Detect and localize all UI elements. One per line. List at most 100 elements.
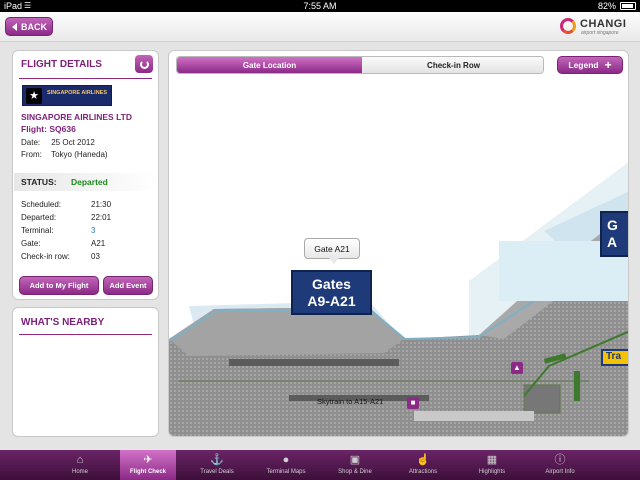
info-icon: ⓘ (554, 454, 566, 466)
checkin-label: Check-in row: (21, 252, 70, 261)
train-icon[interactable]: ■ (407, 397, 419, 409)
tab-label: Terminal Maps (266, 469, 306, 475)
tab-shop-dine[interactable]: ▣ Shop & Dine (327, 450, 383, 480)
row-departed: Departed: 22:01 (21, 213, 111, 222)
deals-icon: ⚓ (210, 454, 224, 466)
shopping-bag-icon: ▣ (349, 454, 361, 466)
departed-value: 22:01 (91, 213, 112, 222)
battery-icon (620, 2, 636, 10)
map-panel: Gate Location Check-in Row Legend + Gate… (168, 50, 629, 437)
tab-label: Home (71, 469, 88, 475)
add-to-my-flight-button[interactable]: Add to My Flight (19, 276, 99, 295)
back-button-label: BACK (21, 21, 47, 32)
refresh-icon (139, 59, 149, 69)
side-label-line2: A (607, 234, 618, 250)
nearby-divider (19, 334, 152, 335)
terminal-label: Terminal: (21, 226, 54, 235)
side-label-line1: G (607, 217, 618, 233)
home-icon: ⌂ (76, 454, 84, 466)
title-divider (19, 78, 152, 79)
tab-home[interactable]: ⌂ Home (52, 450, 108, 480)
plus-icon: + (604, 58, 612, 72)
highlights-icon: ▦ (486, 454, 498, 466)
skytrain-label: Skytrain to A15-A21 (317, 397, 384, 406)
map-segmented-control: Gate Location Check-in Row (176, 56, 544, 74)
refresh-button[interactable] (135, 55, 153, 73)
thumbs-up-icon: ☝ (416, 454, 430, 466)
row-gate: Gate: A21 (21, 239, 105, 248)
back-button[interactable]: BACK (5, 17, 53, 36)
row-scheduled: Scheduled: 21:30 (21, 200, 111, 209)
tab-flight-check[interactable]: ✈ Flight Check (120, 450, 176, 480)
app-header: BACK CHANGI airport singapore (0, 12, 640, 42)
legend-label: Legend (568, 60, 599, 70)
date-value: 25 Oct 2012 (51, 138, 95, 147)
add-event-button[interactable]: Add Event (103, 276, 153, 295)
tab-attractions[interactable]: ☝ Attractions (395, 450, 451, 480)
gate-label: Gate: (21, 239, 41, 248)
airline-name: SINGAPORE AIRLINES LTD (21, 112, 132, 122)
status-label: STATUS: (21, 177, 57, 187)
gate-value: A21 (91, 239, 106, 248)
scheduled-label: Scheduled: (21, 200, 62, 209)
tab-travel-deals[interactable]: ⚓ Travel Deals (189, 450, 245, 480)
from-value: Tokyo (Haneda) (51, 150, 108, 159)
tab-label: Flight Check (129, 469, 166, 475)
tab-highlights[interactable]: ▦ Highlights (464, 450, 520, 480)
bottom-tab-bar: ⌂ Home ✈ Flight Check ⚓ Travel Deals ● T… (0, 450, 640, 480)
clock: 7:55 AM (303, 1, 337, 11)
tab-airport-info[interactable]: ⓘ Airport Info (532, 450, 588, 480)
legend-button[interactable]: Legend + (557, 56, 623, 74)
whats-nearby-panel: WHAT'S NEARBY (12, 307, 159, 437)
airline-logo-text: SINGAPORE AIRLINES (47, 90, 107, 96)
date-label: Date: (21, 138, 41, 147)
transit-label[interactable]: Tra (601, 349, 628, 366)
from-label: From: (21, 150, 42, 159)
checkin-value: 03 (91, 252, 100, 261)
flight-number-line: Flight: SQ636 (21, 124, 76, 134)
row-terminal: Terminal: 3 (21, 226, 95, 235)
flight-label: Flight: (21, 124, 47, 134)
tab-label: Shop & Dine (338, 469, 372, 475)
map-pin-icon: ● (282, 454, 290, 466)
plane-icon: ✈ (143, 454, 153, 466)
travelator (229, 359, 399, 366)
chevron-left-icon (12, 22, 17, 31)
tab-check-in-row[interactable]: Check-in Row (362, 57, 543, 73)
green-marker (574, 371, 580, 401)
tab-label: Travel Deals (200, 469, 234, 475)
departed-label: Departed: (21, 213, 57, 222)
status-band: STATUS: Departed (14, 173, 157, 191)
from-line: From: Tokyo (Haneda) (21, 150, 108, 159)
changi-logo-icon (560, 18, 576, 34)
tab-label: Attractions (408, 469, 438, 475)
gates-label-a9-a21[interactable]: Gates A9-A21 (291, 270, 372, 315)
status-badge: Departed (71, 177, 108, 187)
tab-gate-location[interactable]: Gate Location (177, 57, 362, 73)
changi-logo: CHANGI airport singapore (560, 16, 632, 38)
gates-label-line2: A9-A21 (307, 293, 356, 309)
logo-tagline: airport singapore (581, 30, 619, 36)
logo-name: CHANGI (580, 18, 627, 30)
whats-nearby-title: WHAT'S NEARBY (21, 317, 105, 328)
gates-label-side[interactable]: G A (600, 211, 628, 257)
flight-number: SQ636 (49, 124, 76, 134)
terminal-map[interactable] (169, 81, 629, 437)
transit-icon[interactable]: ▲ (511, 362, 523, 374)
battery-percent: 82% (597, 1, 616, 11)
date-line: Date: 25 Oct 2012 (21, 138, 95, 147)
tab-label: Airport Info (545, 469, 575, 475)
station-platform (414, 411, 534, 421)
tab-label: Highlights (478, 469, 506, 475)
airline-logo: ★ SINGAPORE AIRLINES (22, 85, 112, 106)
row-checkin: Check-in row: 03 (21, 252, 100, 261)
scheduled-value: 21:30 (91, 200, 112, 209)
gates-label-line1: Gates (312, 276, 351, 292)
flight-details-title: FLIGHT DETAILS (21, 59, 102, 70)
terminal-link[interactable]: 3 (91, 226, 95, 235)
flight-details-panel: FLIGHT DETAILS ★ SINGAPORE AIRLINES SING… (12, 50, 159, 300)
status-bar: iPad ☰ 7:55 AM 82% (0, 0, 640, 12)
gate-tooltip[interactable]: Gate A21 (304, 238, 360, 264)
tab-terminal-maps[interactable]: ● Terminal Maps (258, 450, 314, 480)
star-alliance-icon: ★ (26, 88, 42, 104)
